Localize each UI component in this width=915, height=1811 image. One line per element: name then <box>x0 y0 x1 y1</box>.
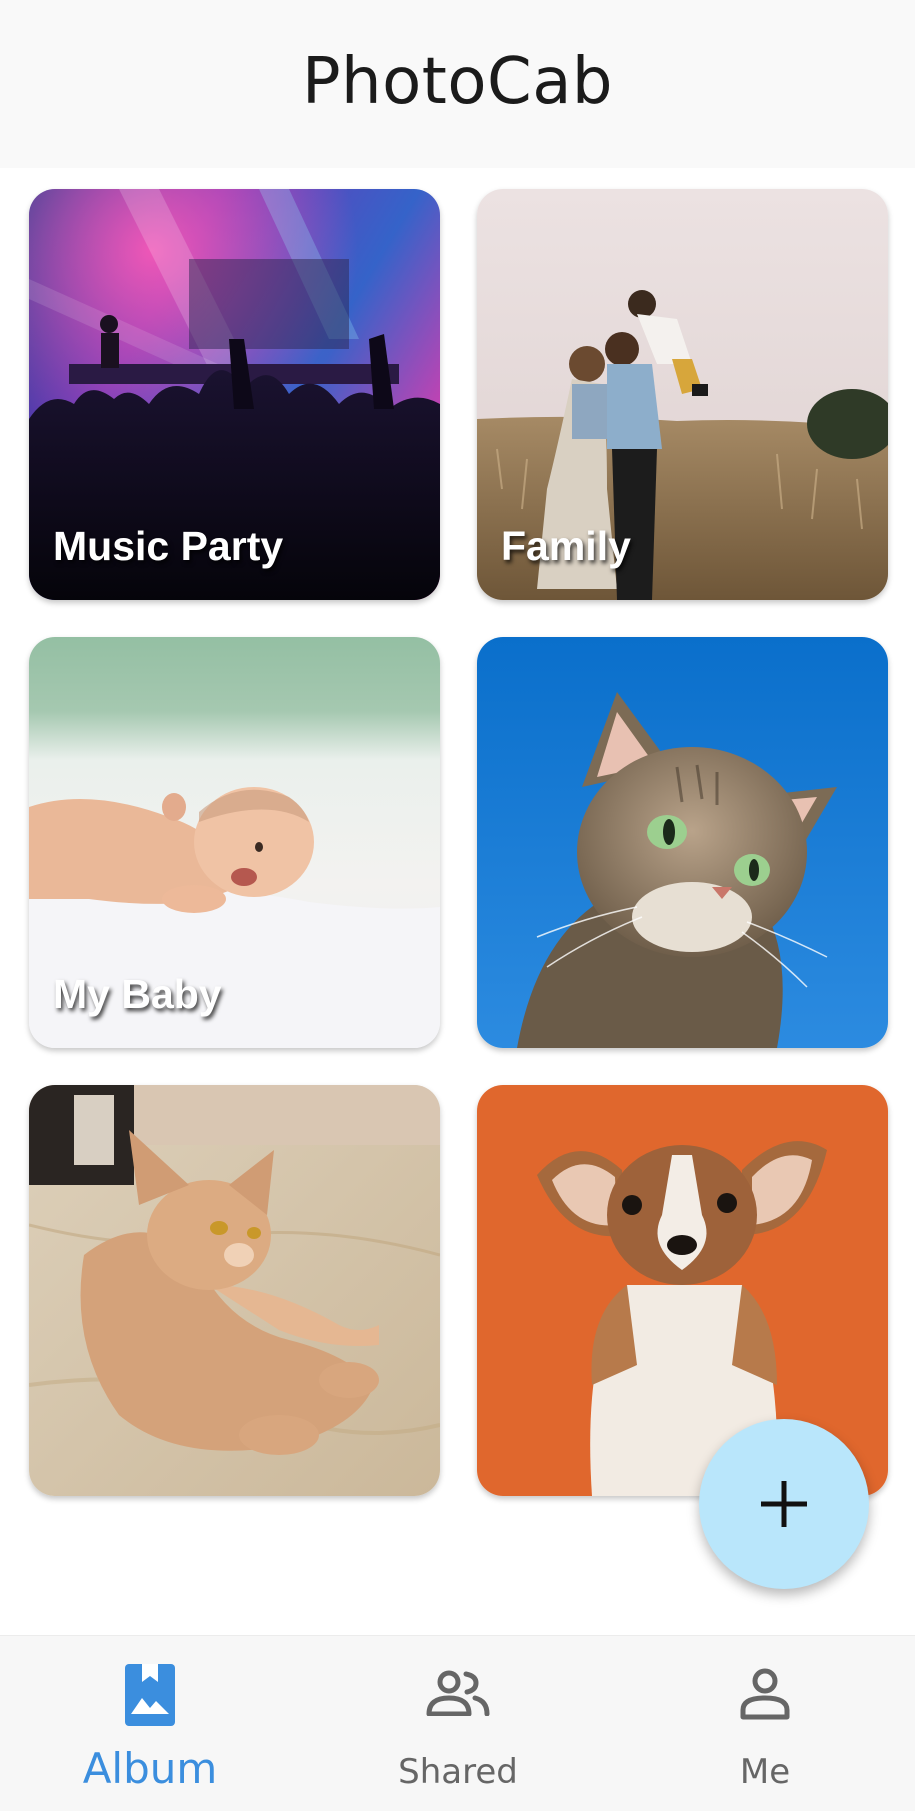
album-title: Music Party <box>53 523 284 569</box>
plus-icon <box>761 1481 807 1527</box>
album-cover-image <box>29 1085 440 1496</box>
album-title: My Baby <box>53 971 222 1017</box>
nav-item-shared[interactable]: Shared <box>358 1636 558 1811</box>
album-grid: Music Party Family My Baby <box>29 189 888 1496</box>
album-card-5[interactable] <box>29 1085 440 1496</box>
app-title: PhotoCab <box>301 45 614 119</box>
people-icon <box>426 1670 490 1716</box>
album-icon <box>125 1664 175 1726</box>
app-screen: PhotoCab Music Party Family My Baby Albu… <box>0 0 915 1811</box>
add-album-button[interactable] <box>699 1419 869 1589</box>
nav-label-shared: Shared <box>398 1752 518 1792</box>
person-icon <box>740 1668 790 1720</box>
nav-label-album: Album <box>82 1744 218 1793</box>
album-card-music-party[interactable]: Music Party <box>29 189 440 600</box>
album-title: Family <box>501 523 631 569</box>
album-cover-image <box>477 637 888 1048</box>
album-card-4[interactable] <box>477 637 888 1048</box>
nav-item-album[interactable]: Album <box>50 1636 250 1811</box>
nav-label-me: Me <box>739 1752 791 1792</box>
album-card-my-baby[interactable]: My Baby <box>29 637 440 1048</box>
nav-item-me[interactable]: Me <box>665 1636 865 1811</box>
bottom-navigation: Album Shared Me <box>0 1635 915 1811</box>
album-card-family[interactable]: Family <box>477 189 888 600</box>
app-bar: PhotoCab <box>0 0 915 168</box>
